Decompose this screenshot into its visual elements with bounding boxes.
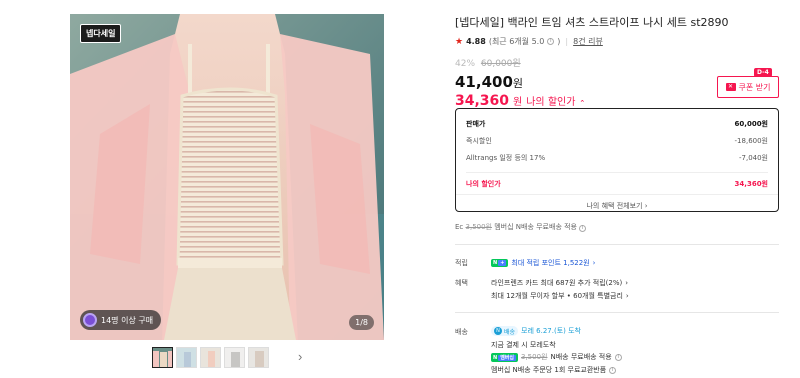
divider — [455, 312, 779, 313]
info-icon[interactable]: i — [609, 366, 617, 374]
view-all-benefits-button[interactable]: 나의 혜택 전체보기 › — [456, 194, 778, 216]
coupon-icon: ✕ — [725, 83, 736, 91]
info-icon[interactable]: i — [614, 353, 622, 361]
my-price-value: 34,360 — [455, 93, 510, 109]
delivery-truck-icon: N — [494, 327, 502, 335]
discount-rate: 42% — [455, 59, 476, 69]
benefits-line-1[interactable]: 라인프렌즈 카드 최대 687원 추가 적립(2%) › — [491, 278, 628, 288]
store-badge: 넵다세일 — [80, 24, 122, 43]
product-title: [넵다세일] 백라인 트임 셔츠 스트라이프 나시 세트 st2890 — [455, 16, 729, 29]
thumbnail-1[interactable] — [152, 347, 173, 368]
delivery-line-3: N 멤버십 3,500원 N배송 무료배송 적용 i — [491, 352, 622, 362]
price-breakdown-box: 판매가 60,000원 즉시할인 -18,600원 Alltrangs 일정 등… — [455, 108, 779, 212]
thumbnail-strip — [152, 347, 269, 368]
chevron-right-icon: › — [625, 279, 629, 287]
discount-row: 42% 60,000원 — [455, 56, 779, 69]
delivery-label: 배송 — [455, 328, 468, 336]
buyers-count-pill: 14명 이상 구매 — [80, 310, 162, 330]
reviews-link[interactable]: 8건 리뷰 — [573, 36, 603, 47]
delivery-line-4: 멤버십 N배송 주문당 1회 무료교환반품 i — [491, 365, 617, 375]
chevron-right-icon: › — [592, 259, 596, 267]
coupon-label: 쿠폰 받기 — [738, 82, 771, 92]
breakdown-row: Alltrangs 일정 등의 17% -7,040원 — [466, 153, 768, 162]
thumbnail-4[interactable] — [224, 347, 245, 368]
delivery-date-row[interactable]: N 배송 모레 6.27.(토) 도착 — [491, 326, 581, 336]
product-main-image[interactable]: 넵다세일 14명 이상 구매 1/8 — [70, 14, 384, 340]
sale-price-unit: 원 — [512, 77, 524, 90]
image-page-counter: 1/8 — [349, 315, 374, 330]
shipping-note: Ec 3,500원 멤버십 N배송 무료배송 적용 i — [455, 222, 587, 232]
buyers-count-text: 14명 이상 구매 — [101, 315, 154, 325]
delivery-chip: N 배송 — [491, 326, 519, 336]
thumbnail-5[interactable] — [248, 347, 269, 368]
product-photo-illustration — [70, 14, 384, 340]
breakdown-row: 판매가 60,000원 — [466, 119, 768, 128]
info-icon[interactable]: i — [547, 38, 555, 45]
sale-price-value: 41,400 — [455, 73, 513, 91]
breakdown-final-row: 나의 할인가 34,360원 — [466, 172, 768, 194]
my-price-label: 나의 할인가 — [526, 97, 576, 108]
rating-detail: (최근 6개월 5.0 — [488, 37, 545, 46]
benefits-label: 혜택 — [455, 279, 468, 287]
points-label: 적립 — [455, 259, 468, 267]
rating-row: ★ 4.88 (최근 6개월 5.0 i) | 8건 리뷰 — [455, 36, 603, 47]
points-row[interactable]: N + 최대 적립 포인트 1,522원 › — [491, 258, 595, 268]
npay-plus-icon: N + — [491, 259, 509, 267]
original-price: 60,000원 — [480, 59, 521, 69]
chevron-up-icon: ⌃ — [579, 99, 586, 107]
delivery-line-2: 지금 결제 시 모레도착 — [491, 341, 556, 349]
thumbnail-3[interactable] — [200, 347, 221, 368]
breakdown-row: 즉시할인 -18,600원 — [466, 136, 768, 145]
chevron-right-icon: › — [644, 202, 648, 210]
coupon-button[interactable]: ✕ 쿠폰 받기 — [717, 76, 779, 98]
chevron-right-icon[interactable]: › — [298, 350, 302, 363]
divider — [455, 244, 779, 245]
info-icon[interactable]: i — [579, 225, 587, 232]
purchase-icon — [83, 313, 97, 327]
benefits-line-2[interactable]: 최대 12개월 무이자 할부 • 60개월 특별금리 › — [491, 291, 629, 301]
npay-membership-icon: N 멤버십 — [491, 352, 518, 362]
points-text: 최대 적립 포인트 1,522원 — [511, 259, 590, 267]
my-price-unit: 원 — [513, 97, 523, 108]
rating-score: 4.88 — [466, 37, 486, 46]
thumbnail-2[interactable] — [176, 347, 197, 368]
star-icon: ★ — [455, 36, 464, 47]
delivery-date: 모레 6.27.(토) 도착 — [521, 327, 581, 335]
chevron-right-icon: › — [625, 292, 629, 300]
